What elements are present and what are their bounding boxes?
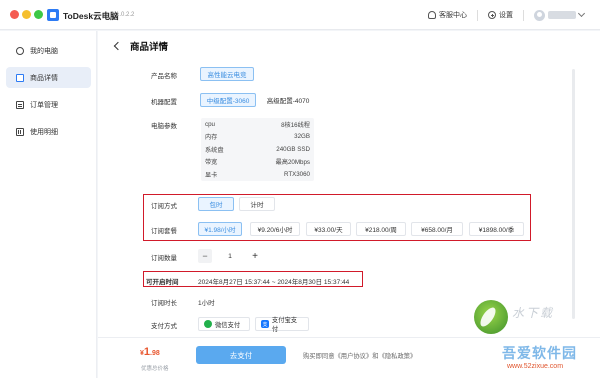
total-price: ¥1.98 <box>140 346 160 358</box>
duration-label: 订阅时长 <box>151 300 177 307</box>
main-panel: 商品详情 产品名称 高性能云电竞 机器配置 中级配置-3060 高级配置-407… <box>98 31 600 378</box>
back-chevron-icon[interactable] <box>113 41 123 51</box>
param-row: 显卡 RTX3060 <box>201 168 314 181</box>
settings-label: 设置 <box>499 12 513 19</box>
increment-button[interactable]: + <box>248 249 262 263</box>
sidebar-item-usage[interactable]: 使用明细 <box>6 121 91 142</box>
param-row: 系统盘 240GB SSD <box>201 143 314 156</box>
price-decimal: .98 <box>150 350 160 357</box>
package-option[interactable]: ¥218.00/周 <box>356 222 406 236</box>
pay-method-name: 支付宝支付 <box>271 317 298 333</box>
product-name-chip: 高性能云电竞 <box>200 67 254 81</box>
quantity-value[interactable]: 1 <box>212 253 248 260</box>
package-label: 订阅套餐 <box>151 228 177 235</box>
sidebar-item-label: 使用明细 <box>30 128 58 136</box>
param-row: 带宽 最高20Mbps <box>201 156 314 169</box>
product-name-label: 产品名称 <box>151 73 177 80</box>
param-name: 带宽 <box>205 159 218 167</box>
wechat-pay-option[interactable]: 微信支付 <box>198 317 250 331</box>
divider <box>523 9 524 21</box>
wechat-icon <box>204 320 212 328</box>
sidebar-item-label: 商品详情 <box>30 74 58 82</box>
user-name-redacted <box>548 11 576 19</box>
param-value: 8核16线程 <box>281 121 310 129</box>
watermark-text-top: 水下载 <box>512 306 555 320</box>
scrollbar[interactable] <box>572 69 575 319</box>
watermark-url: www.52zixue.com <box>507 363 564 370</box>
package-option[interactable]: ¥33.00/天 <box>306 222 351 236</box>
sidebar-item-label: 我的电脑 <box>30 47 58 55</box>
param-row: 内存 32GB <box>201 131 314 144</box>
sidebar-item-label: 订单管理 <box>30 101 58 109</box>
quantity-stepper: − 1 + <box>198 249 262 263</box>
config-option-4070[interactable]: 高级配置-4070 <box>260 93 316 107</box>
decrement-button[interactable]: − <box>198 249 212 263</box>
maximize-window-button[interactable] <box>34 10 43 19</box>
start-time-label: 可开启时间 <box>146 279 179 286</box>
sidebar: 我的电脑 商品详情 订单管理 使用明细 <box>0 31 97 378</box>
watermark-text: 吾爱软件园 <box>502 345 577 361</box>
detail-icon <box>16 73 24 82</box>
minimize-window-button[interactable] <box>22 10 31 19</box>
usage-icon <box>16 127 24 136</box>
pay-method-name: 微信支付 <box>215 321 241 329</box>
user-icon <box>16 46 24 55</box>
package-option[interactable]: ¥9.20/6小时 <box>250 222 300 236</box>
close-window-button[interactable] <box>10 10 19 19</box>
settings-plus-icon <box>488 11 496 19</box>
param-value: 32GB <box>294 133 310 141</box>
user-menu[interactable] <box>530 7 588 23</box>
param-value: RTX3060 <box>283 170 310 178</box>
page-title: 商品详情 <box>130 42 169 53</box>
avatar <box>534 9 545 21</box>
config-option-3060[interactable]: 中级配置-3060 <box>200 93 256 107</box>
title-bar: ToDesk云电脑 V1.0.2.2 客服中心 设置 <box>0 0 600 30</box>
headset-icon <box>428 11 436 19</box>
sub-method-timed[interactable]: 计时 <box>239 197 275 211</box>
chevron-down-icon <box>577 9 586 18</box>
watermark-logo-icon <box>474 300 508 334</box>
param-name: cpu <box>205 120 215 128</box>
package-option[interactable]: ¥1898.00/季 <box>469 222 524 236</box>
support-center-label: 客服中心 <box>439 12 467 19</box>
sidebar-item-orders[interactable]: 订单管理 <box>6 94 91 115</box>
params-table: cpu 8核16线程 内存 32GB 系统盘 240GB SSD 带宽 最高20Mbps… <box>201 118 314 181</box>
package-option[interactable]: ¥1.98/小时 <box>198 222 242 236</box>
machine-config-label: 机器配置 <box>151 99 177 106</box>
alipay-icon: 支 <box>261 320 269 328</box>
todesk-logo-icon <box>47 9 59 21</box>
duration-value: 1小时 <box>198 300 215 307</box>
quantity-label: 订阅数量 <box>151 255 177 262</box>
start-time-value: 2024年8月27日 15:37:44 ~ 2024年8月30日 15:37:4… <box>198 279 350 286</box>
app-version: V1.0.2.2 <box>112 12 135 18</box>
pay-method-label: 支付方式 <box>151 323 177 330</box>
param-name: 内存 <box>205 134 218 142</box>
param-name: 显卡 <box>205 171 218 179</box>
pay-button[interactable]: 去支付 <box>196 346 286 364</box>
sidebar-item-product-detail[interactable]: 商品详情 <box>6 67 91 88</box>
alipay-option[interactable]: 支 支付宝支付 <box>255 317 309 333</box>
sub-method-hourly[interactable]: 包时 <box>198 197 234 211</box>
price-note: 优惠总价格 <box>141 366 169 372</box>
sidebar-item-my-computer[interactable]: 我的电脑 <box>6 40 91 61</box>
package-option[interactable]: ¥658.00/月 <box>411 222 463 236</box>
divider <box>477 9 478 21</box>
order-icon <box>16 100 24 109</box>
param-value: 最高20Mbps <box>275 159 310 167</box>
sub-method-label: 订阅方式 <box>151 203 177 210</box>
app-name: ToDesk云电脑 <box>63 11 119 21</box>
param-name: 系统盘 <box>205 146 224 154</box>
param-value: 240GB SSD <box>276 145 310 153</box>
support-center-button[interactable]: 客服中心 <box>424 7 471 23</box>
param-row: cpu 8核16线程 <box>201 118 314 131</box>
agreement-text[interactable]: 购买即同意《用户协议》和《隐私政策》 <box>303 351 416 360</box>
settings-button[interactable]: 设置 <box>484 7 517 23</box>
params-label: 电脑参数 <box>151 123 177 130</box>
